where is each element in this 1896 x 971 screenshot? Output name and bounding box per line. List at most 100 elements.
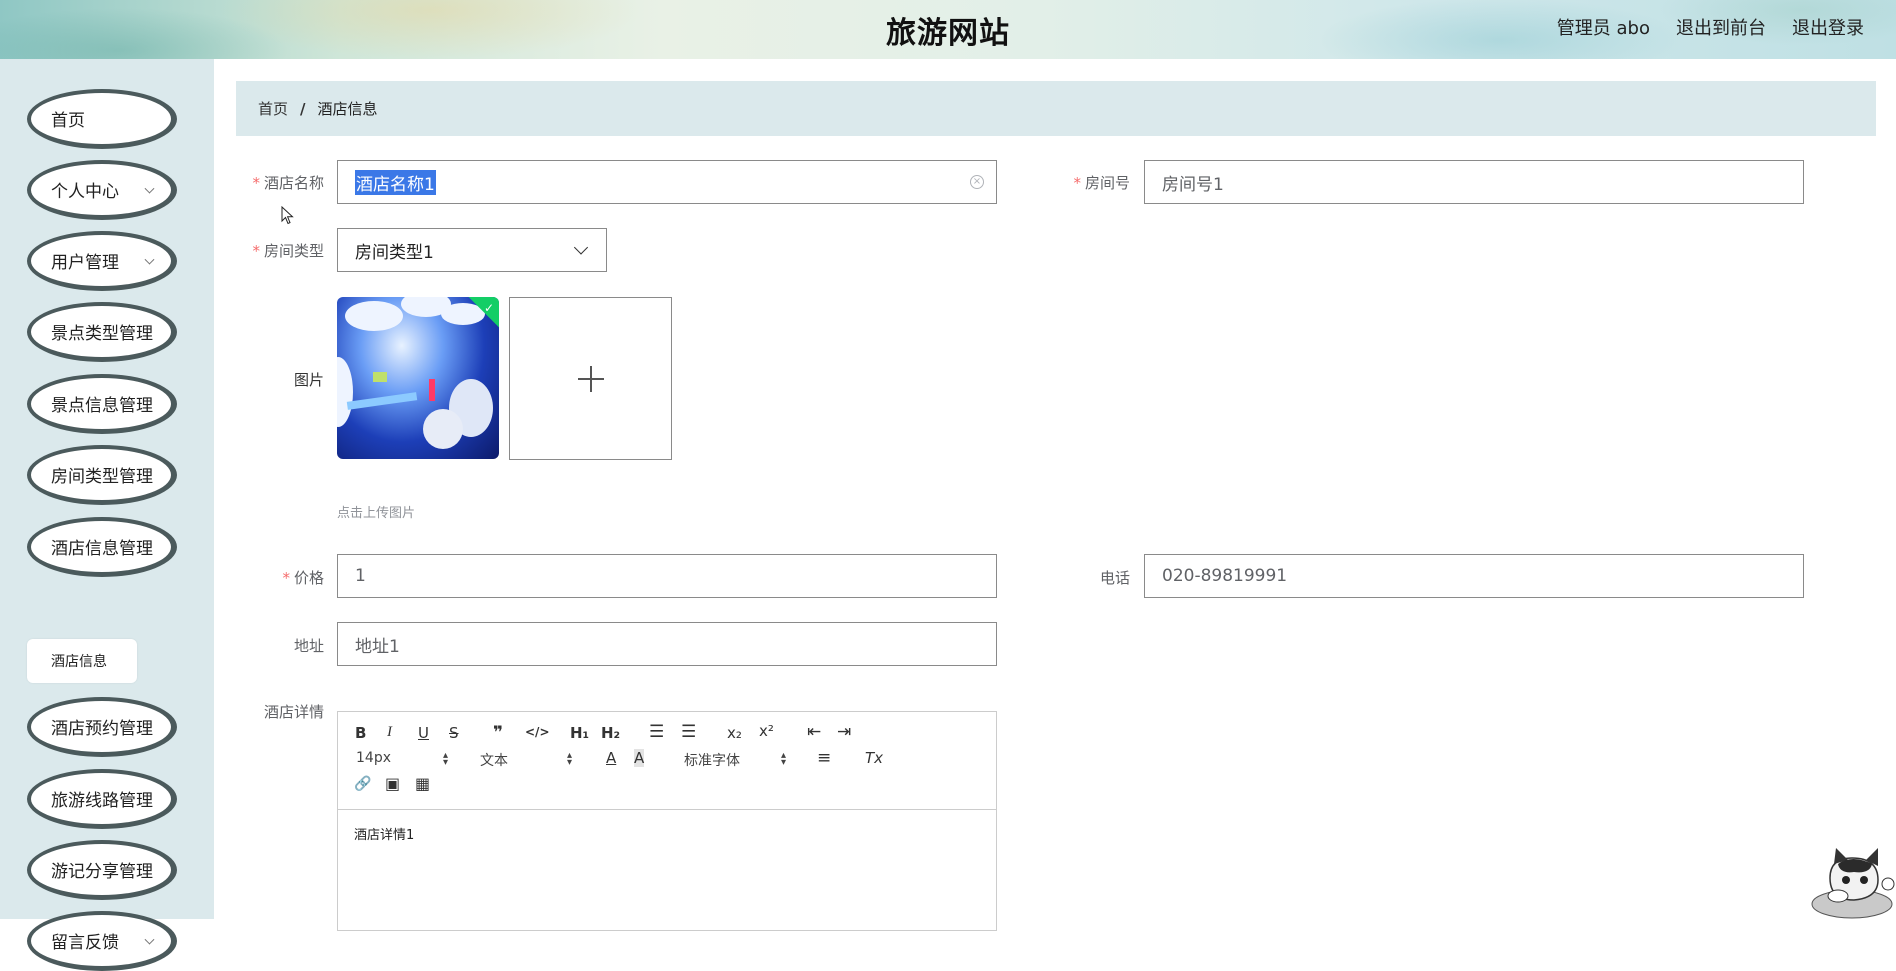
video-button[interactable]: ▦ xyxy=(415,774,430,793)
logout-link[interactable]: 退出登录 xyxy=(1792,14,1864,40)
address-input[interactable]: 地址1 xyxy=(337,622,997,666)
sidebar-item-label: 个人中心 xyxy=(51,182,119,202)
indent-button[interactable]: ⇥ xyxy=(837,722,851,742)
phone-value: 020-89819991 xyxy=(1162,566,1288,586)
breadcrumb-current: 酒店信息 xyxy=(317,100,378,118)
price-value: 1 xyxy=(355,566,366,586)
room-type-label-text: 房间类型 xyxy=(263,242,324,260)
header1-button[interactable]: H₁ xyxy=(570,724,589,742)
hotel-name-label-text: 酒店名称 xyxy=(263,174,324,192)
outdent-button[interactable]: ⇤ xyxy=(807,722,821,742)
plus-icon-vertical xyxy=(590,366,592,392)
room-no-value: 房间号1 xyxy=(1162,174,1224,195)
code-button[interactable]: </> xyxy=(525,725,550,739)
submenu-item-hotel-info[interactable]: 酒店信息 xyxy=(27,639,137,683)
blockquote-button[interactable]: ❞ xyxy=(493,723,503,743)
sidebar-item-hotel-booking-management[interactable]: 酒店预约管理 xyxy=(27,697,177,757)
sidebar-item-label: 留言反馈 xyxy=(51,933,119,953)
sidebar-item-travel-notes-management[interactable]: 游记分享管理 xyxy=(27,840,177,900)
link-button[interactable]: 🔗 xyxy=(354,776,371,792)
format-value: 文本 xyxy=(480,753,508,769)
sidebar-item-hotel-info-management[interactable]: 酒店信息管理 xyxy=(27,517,177,577)
breadcrumb-home[interactable]: 首页 xyxy=(258,98,288,119)
hotel-name-input[interactable]: 酒店名称1 × xyxy=(337,160,997,204)
sidebar-item-home[interactable]: 首页 xyxy=(27,89,177,149)
sidebar-item-user-management[interactable]: 用户管理 xyxy=(27,231,177,291)
upload-hint: 点击上传图片 xyxy=(337,506,416,521)
room-no-input[interactable]: 房间号1 xyxy=(1144,160,1804,204)
details-label: 酒店详情 xyxy=(263,703,324,721)
price-label-text: 价格 xyxy=(293,569,324,587)
subscript-button[interactable]: x₂ xyxy=(727,724,742,742)
room-type-label: * 房间类型 xyxy=(244,240,324,261)
breadcrumb: 首页 / 酒店信息 xyxy=(236,81,1876,136)
select-arrows-icon: ▴ ▾ xyxy=(442,750,448,768)
select-arrows-icon: ▴ ▾ xyxy=(780,750,786,768)
background-color-button[interactable]: A xyxy=(634,749,645,767)
required-mark: * xyxy=(1073,174,1081,192)
italic-button[interactable]: I xyxy=(387,724,392,741)
align-button[interactable]: ≡ xyxy=(817,748,831,768)
sidebar-item-label: 景点信息管理 xyxy=(51,396,153,416)
hotel-name-value: 酒店名称1 xyxy=(355,169,436,195)
font-family-select[interactable]: 标准字体 ▴ ▾ xyxy=(684,750,786,770)
phone-label: 电话 xyxy=(1099,569,1130,587)
sidebar-item-room-type-management[interactable]: 房间类型管理 xyxy=(27,445,177,505)
admin-user-link[interactable]: 管理员 abo xyxy=(1557,14,1650,40)
uploaded-image-thumbnail[interactable]: ✓ xyxy=(337,297,499,459)
price-label: * 价格 xyxy=(264,567,324,588)
image-button[interactable]: ▣ xyxy=(385,774,400,793)
sidebar-item-scenic-type-management[interactable]: 景点类型管理 xyxy=(27,302,177,362)
sidebar-item-label: 旅游线路管理 xyxy=(51,791,153,811)
hotel-name-label: * 酒店名称 xyxy=(244,172,324,193)
rich-text-editor: B I U S ❞ </> H₁ H₂ ☰ ☰ x₂ x² ⇤ ⇥ 14px ▴… xyxy=(337,711,997,931)
sidebar-item-scenic-info-management[interactable]: 景点信息管理 xyxy=(27,374,177,434)
submenu-item-label: 酒店信息 xyxy=(51,654,107,670)
room-no-label-text: 房间号 xyxy=(1084,174,1130,192)
editor-content[interactable]: 酒店详情1 xyxy=(338,810,996,857)
sidebar-item-travel-route-management[interactable]: 旅游线路管理 xyxy=(27,769,177,829)
back-to-frontend-link[interactable]: 退出到前台 xyxy=(1676,14,1766,40)
ordered-list-button[interactable]: ☰ xyxy=(649,722,664,742)
bold-button[interactable]: B xyxy=(355,724,366,742)
clear-format-button[interactable]: Tx xyxy=(865,749,883,767)
required-mark: * xyxy=(252,174,260,192)
sidebar-item-label: 房间类型管理 xyxy=(51,467,153,487)
image-label: 图片 xyxy=(293,371,324,389)
sidebar-item-feedback[interactable]: 留言反馈 xyxy=(27,911,177,971)
sidebar-item-label: 酒店预约管理 xyxy=(51,719,153,739)
top-header: 旅游网站 管理员 abo 退出到前台 退出登录 xyxy=(0,0,1896,59)
superscript-button[interactable]: x² xyxy=(759,722,774,740)
image-upload-button[interactable] xyxy=(509,297,672,460)
font-color-button[interactable]: A xyxy=(606,749,616,767)
address-value: 地址1 xyxy=(355,636,400,657)
chevron-down-icon xyxy=(144,934,155,945)
sidebar-item-label: 用户管理 xyxy=(51,253,119,273)
strike-button[interactable]: S xyxy=(449,724,459,742)
header-links: 管理员 abo 退出到前台 退出登录 xyxy=(1557,14,1864,40)
bullet-list-button[interactable]: ☰ xyxy=(681,722,696,742)
format-select[interactable]: 文本 ▴ ▾ xyxy=(480,750,572,770)
room-type-select[interactable]: 房间类型1 xyxy=(337,228,607,272)
sidebar-item-label: 酒店信息管理 xyxy=(51,539,153,559)
check-icon: ✓ xyxy=(483,301,494,315)
font-family-value: 标准字体 xyxy=(684,753,740,769)
address-label: 地址 xyxy=(293,637,324,655)
room-type-value: 房间类型1 xyxy=(355,242,434,263)
font-size-select[interactable]: 14px ▴ ▾ xyxy=(356,750,448,768)
sidebar-item-label: 游记分享管理 xyxy=(51,862,153,882)
underline-button[interactable]: U xyxy=(418,724,429,742)
clear-icon[interactable]: × xyxy=(970,175,984,189)
font-size-value: 14px xyxy=(356,750,391,766)
price-input[interactable]: 1 xyxy=(337,554,997,598)
sidebar-item-label: 首页 xyxy=(51,111,85,131)
header2-button[interactable]: H₂ xyxy=(601,724,620,742)
sidebar-item-personal-center[interactable]: 个人中心 xyxy=(27,160,177,220)
sidebar-item-label: 景点类型管理 xyxy=(51,324,153,344)
mouse-cursor-icon xyxy=(281,206,294,225)
phone-input[interactable]: 020-89819991 xyxy=(1144,554,1804,598)
required-mark: * xyxy=(282,569,290,587)
breadcrumb-separator: / xyxy=(300,99,306,118)
required-mark: * xyxy=(252,242,260,260)
room-no-label: * 房间号 xyxy=(1060,172,1130,193)
